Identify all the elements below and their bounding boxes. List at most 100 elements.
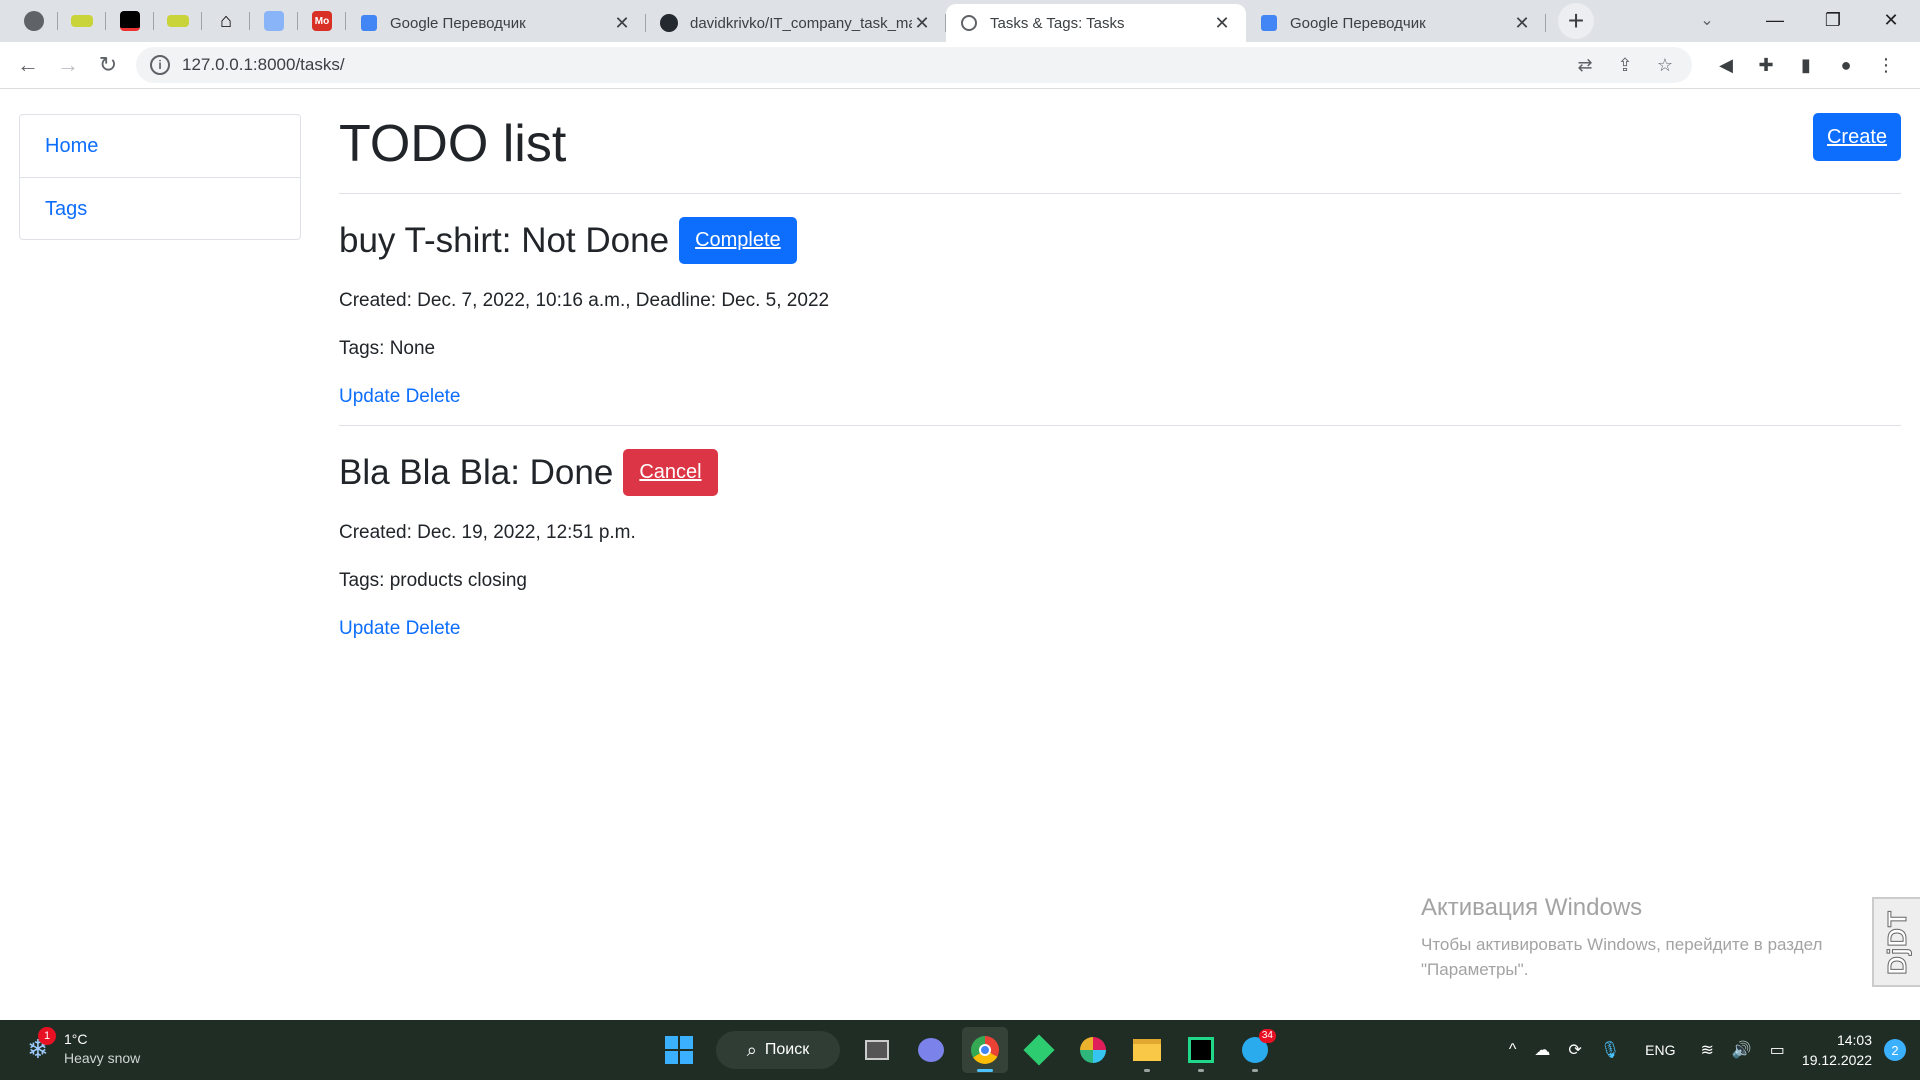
- debug-toolbar-label: DjDT: [1881, 909, 1912, 975]
- delete-link[interactable]: Delete: [406, 618, 461, 639]
- task-links: Update Delete: [339, 386, 829, 408]
- volume-icon[interactable]: 🔊: [1732, 1040, 1752, 1060]
- close-window-icon[interactable]: ✕: [1862, 0, 1920, 40]
- pinned-tab[interactable]: Mo: [298, 0, 346, 42]
- pycharm-icon[interactable]: [1178, 1027, 1224, 1073]
- task-tags: Tags: None: [339, 338, 436, 359]
- info-icon[interactable]: i: [150, 55, 170, 75]
- chevron-up-icon[interactable]: ^: [1509, 1041, 1517, 1059]
- address-bar[interactable]: i 127.0.0.1:8000/tasks/ ⇄ ⇪ ☆: [136, 47, 1692, 83]
- start-button[interactable]: [656, 1027, 702, 1073]
- divider: [339, 193, 1901, 194]
- url-text[interactable]: 127.0.0.1:8000/tasks/: [182, 55, 1572, 75]
- pinned-tab[interactable]: ⌂: [202, 0, 250, 42]
- cancel-button[interactable]: Cancel: [623, 449, 718, 496]
- taskbar: ❄ 1 1°C Heavy snow ⌕ Поиск 34 ^ ☁ ⟳ 🎙 EN…: [0, 1020, 1920, 1080]
- pinned-tab[interactable]: [106, 0, 154, 42]
- window-controls: — ❐ ✕: [1746, 0, 1920, 40]
- debug-toolbar-handle[interactable]: DjDT: [1872, 897, 1920, 987]
- tab-title: Google Переводчик: [390, 14, 526, 32]
- task-links: Update Delete: [339, 618, 718, 640]
- site-icon: [71, 15, 93, 27]
- sidebar-item-home[interactable]: Home: [20, 115, 300, 177]
- delete-link[interactable]: Delete: [406, 386, 461, 407]
- home-icon: ⌂: [219, 9, 233, 32]
- close-icon[interactable]: ✕: [1512, 13, 1532, 33]
- restore-icon[interactable]: ❐: [1804, 0, 1862, 40]
- task-view-icon[interactable]: [854, 1027, 900, 1073]
- slack-icon[interactable]: [1070, 1027, 1116, 1073]
- watermark-title: Активация Windows: [1421, 894, 1643, 921]
- new-tab-button[interactable]: +: [1558, 3, 1594, 39]
- taskbar-apps: ⌕ Поиск 34: [652, 1026, 1282, 1074]
- weather-temp: 1°C: [64, 1031, 88, 1047]
- clock[interactable]: 14:03 19.12.2022: [1802, 1030, 1872, 1070]
- pinned-tab[interactable]: [10, 0, 58, 42]
- pinned-tab[interactable]: [154, 0, 202, 42]
- globe-icon: [24, 11, 44, 31]
- google-translate-icon: [360, 14, 378, 32]
- share-icon[interactable]: ⇪: [1612, 52, 1638, 78]
- browser-tab-active[interactable]: Tasks & Tags: Tasks ✕: [946, 4, 1246, 42]
- windows-icon: [665, 1036, 693, 1064]
- task-heading: buy T-shirt: Not Done: [339, 220, 670, 260]
- windows-activation-watermark: Активация Windows Чтобы активировать Win…: [1421, 894, 1822, 982]
- microphone-icon[interactable]: 🎙: [1600, 1040, 1620, 1060]
- chat-icon[interactable]: [908, 1027, 954, 1073]
- file-explorer-icon[interactable]: [1124, 1027, 1170, 1073]
- translate-icon[interactable]: ⇄: [1572, 52, 1598, 78]
- weather-condition: Heavy snow: [64, 1050, 141, 1066]
- task-item: buy T-shirt: Not Done Complete Created: …: [339, 217, 829, 408]
- globe-icon: [960, 14, 978, 32]
- back-icon[interactable]: ←: [8, 45, 48, 85]
- complete-button[interactable]: Complete: [679, 217, 797, 264]
- git-client-icon[interactable]: [1016, 1027, 1062, 1073]
- battery-icon[interactable]: ▭: [1770, 1040, 1785, 1060]
- close-icon[interactable]: ✕: [912, 13, 932, 33]
- language-indicator[interactable]: ENG: [1645, 1042, 1675, 1058]
- chrome-icon[interactable]: [962, 1027, 1008, 1073]
- create-button[interactable]: Create: [1813, 113, 1901, 161]
- media-icon[interactable]: ◀: [1706, 45, 1746, 85]
- github-icon: [660, 14, 678, 32]
- sync-icon[interactable]: ⟳: [1568, 1040, 1581, 1060]
- minimize-icon[interactable]: —: [1746, 0, 1804, 40]
- telegram-icon[interactable]: 34: [1232, 1027, 1278, 1073]
- watermark-text: "Параметры".: [1421, 960, 1529, 979]
- search-icon: ⌕: [746, 1039, 757, 1060]
- pinned-tab[interactable]: [250, 0, 298, 42]
- browser-tab[interactable]: davidkrivko/IT_company_task_ma ✕: [646, 4, 946, 42]
- notification-badge[interactable]: 2: [1884, 1039, 1906, 1061]
- search-label: Поиск: [764, 1041, 810, 1058]
- update-link[interactable]: Update: [339, 386, 400, 407]
- forward-icon[interactable]: →: [48, 45, 88, 85]
- close-icon[interactable]: ✕: [1212, 13, 1232, 33]
- weather-badge: 1: [38, 1027, 56, 1045]
- profile-icon[interactable]: ●: [1826, 45, 1866, 85]
- browser-tab[interactable]: Google Переводчик ✕: [346, 4, 646, 42]
- sidebar-item-tags[interactable]: Tags: [20, 177, 300, 239]
- site-icon: [167, 15, 189, 27]
- chevron-down-icon[interactable]: ⌄: [1678, 0, 1736, 40]
- star-icon[interactable]: ☆: [1652, 52, 1678, 78]
- weather-widget[interactable]: ❄ 1 1°C Heavy snow: [22, 1027, 141, 1068]
- close-icon[interactable]: ✕: [612, 13, 632, 33]
- watermark-text: Чтобы активировать Windows, перейдите в …: [1421, 935, 1823, 954]
- page-content: Home Tags TODO list Create buy T-shirt: …: [0, 89, 1920, 1020]
- cloud-icon[interactable]: ☁: [1534, 1040, 1550, 1060]
- menu-icon[interactable]: ⋮: [1866, 45, 1906, 85]
- task-tags: Tags: products closing: [339, 570, 527, 591]
- taskbar-search[interactable]: ⌕ Поиск: [716, 1031, 840, 1069]
- update-link[interactable]: Update: [339, 618, 400, 639]
- extensions-area: ◀ ✚ ▮ ● ⋮: [1706, 45, 1906, 85]
- puzzle-icon[interactable]: ✚: [1746, 45, 1786, 85]
- wifi-icon[interactable]: ≋: [1700, 1040, 1713, 1060]
- reload-icon[interactable]: ↻: [88, 45, 128, 85]
- pinned-tab[interactable]: [58, 0, 106, 42]
- task-meta: Created: Dec. 7, 2022, 10:16 a.m., Deadl…: [339, 290, 830, 311]
- tab-title: Tasks & Tags: Tasks: [990, 14, 1125, 32]
- system-tray: ^ ☁ ⟳ 🎙 ENG ≋ 🔊 ▭ 14:03 19.12.2022 2: [1500, 1020, 1920, 1080]
- side-panel-icon[interactable]: ▮: [1786, 45, 1826, 85]
- browser-toolbar: ← → ↻ i 127.0.0.1:8000/tasks/ ⇄ ⇪ ☆ ◀ ✚ …: [0, 42, 1920, 89]
- browser-tab[interactable]: Google Переводчик ✕: [1246, 4, 1546, 42]
